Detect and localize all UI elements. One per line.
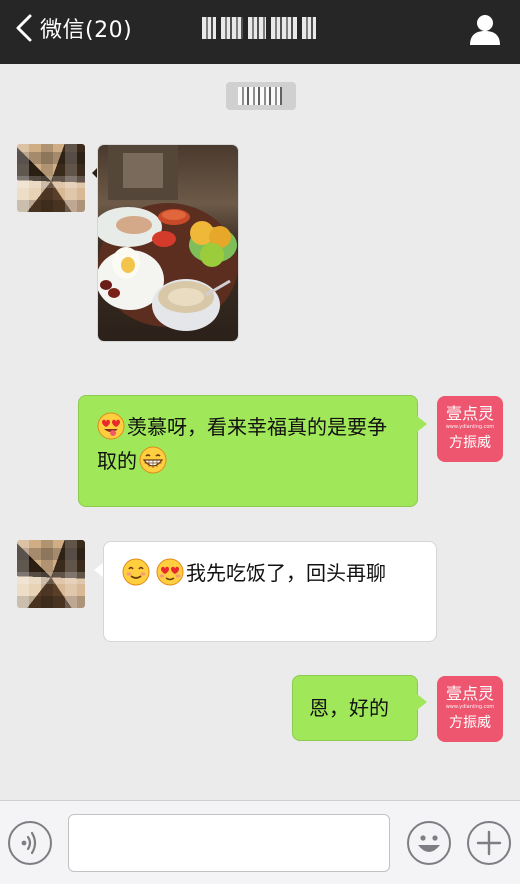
message-input[interactable] [68,814,390,872]
avatar-brand-text: 壹点灵 [445,684,494,703]
voice-icon [21,831,37,855]
voice-button[interactable] [8,821,52,865]
contact-avatar[interactable] [17,144,85,212]
chevron-left-icon [16,14,32,42]
image-message[interactable] [98,145,238,341]
avatar-url-text: www.ydianling.com [445,704,495,710]
plus-icon [476,830,502,856]
chat-input-bar [0,800,520,884]
more-button[interactable] [467,821,511,865]
avatar-url-text: www.ydianling.com [445,424,495,430]
bubble-tail [417,694,427,710]
grin-emoji [139,446,167,474]
navigation-bar: 微信(20) [0,0,520,64]
sent-message-text: 恩，好的 [309,696,389,720]
contact-name-censored [202,14,322,42]
emoji-icon [418,835,440,852]
sent-message[interactable]: 恩，好的 [292,675,418,741]
emoji-button[interactable] [407,821,451,865]
heart-eyes-tongue-emoji [97,412,125,440]
bubble-tail [417,416,427,432]
avatar-name-text: 方振威 [449,435,491,451]
heart-eyes-emoji [156,558,184,586]
contact-avatar[interactable] [17,540,85,608]
person-icon[interactable] [468,12,502,46]
avatar-name-text: 方振威 [449,715,491,731]
timestamp-badge [226,82,296,110]
back-button[interactable]: 微信(20) [14,10,132,46]
my-avatar[interactable]: 壹点灵 www.ydianling.com 方振威 [437,676,503,742]
received-message-text: 我先吃饭了，回头再聊 [186,561,386,585]
back-label: 微信(20) [40,18,133,43]
received-message[interactable]: 我先吃饭了，回头再聊 [103,541,437,642]
food-photo [98,145,238,341]
my-avatar[interactable]: 壹点灵 www.ydianling.com 方振威 [437,396,503,462]
avatar-brand-text: 壹点灵 [445,404,494,423]
sent-message[interactable]: 羡慕呀，看来幸福真的是要争取的 [78,395,418,507]
smile-emoji [122,558,150,586]
